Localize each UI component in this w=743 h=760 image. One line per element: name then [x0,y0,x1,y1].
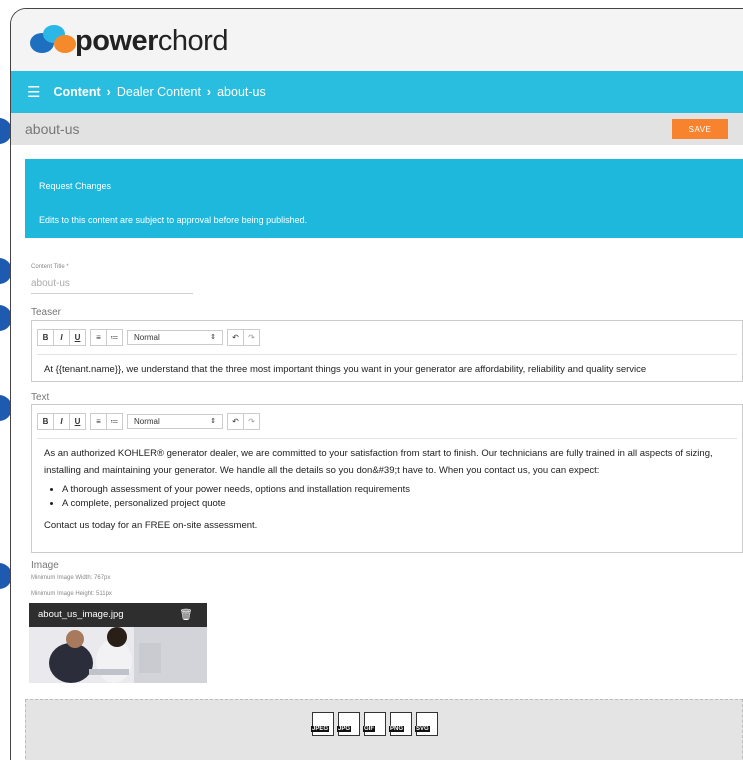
text-label: Text [31,392,50,403]
text-style-select[interactable]: Normal ⇕ [127,329,223,345]
image-filename: about_us_image.jpg [38,609,124,620]
content-title-label: Content Title * [31,264,69,270]
underline-button[interactable]: U [70,414,85,429]
jpeg-file-icon: JPEG [311,712,334,736]
breadcrumb-bar: ☰ Content › Dealer Content › about-us [11,71,743,113]
select-arrows-icon: ⇕ [210,333,216,341]
underline-button[interactable]: U [70,330,85,345]
jpg-file-icon: JPG [337,712,360,736]
list-item: A complete, personalized project quote [62,497,730,511]
teaser-label: Teaser [31,307,62,318]
svg-file-icon: SVG [415,712,438,736]
undo-icon[interactable]: ↶ [228,329,244,345]
hamburger-menu-icon[interactable]: ☰ [27,83,40,101]
bold-button[interactable]: B [38,329,54,345]
teaser-text[interactable]: At {{tenant.name}}, we understand that t… [32,355,742,384]
trash-icon[interactable]: 🗑 [179,608,193,621]
brand-logo-text: powerchord [75,25,228,57]
save-button[interactable]: SAVE [672,119,728,139]
text-body[interactable]: As an authorized KOHLER® generator deale… [32,439,742,540]
redo-icon[interactable]: ↷ [244,330,259,345]
chevron-right-icon: › [206,85,212,99]
bullet-list-icon[interactable]: ≡ [91,413,107,429]
png-file-icon: PNG [389,712,412,736]
italic-button[interactable]: I [54,329,70,345]
request-changes-notice: Request Changes Edits to this content ar… [25,159,743,238]
min-width-note: Minimum Image Width: 767px [31,575,111,581]
app-header: powerchord [11,9,743,71]
numbered-list-icon[interactable]: ≔ [107,414,122,429]
notice-body: Edits to this content are subject to app… [39,215,308,225]
bullet-list-icon[interactable]: ≡ [91,329,107,345]
redo-icon[interactable]: ↷ [244,414,259,429]
breadcrumb-content[interactable]: Content [53,85,100,99]
min-height-note: Minimum Image Height: 511px [31,591,112,597]
notice-heading: Request Changes [39,181,112,191]
app-window: powerchord ☰ Content › Dealer Content › … [10,8,743,760]
bold-button[interactable]: B [38,413,54,429]
text-toolbar: B I U ≡ ≔ Normal ⇕ ↶ ↷ [37,410,737,439]
image-label: Image [31,560,59,571]
undo-icon[interactable]: ↶ [228,413,244,429]
text-style-select[interactable]: Normal ⇕ [127,413,223,429]
image-preview[interactable]: about_us_image.jpg 🗑 [29,603,207,683]
image-caption-bar: about_us_image.jpg 🗑 [29,603,207,627]
content-title-input[interactable]: about-us [31,278,70,289]
numbered-list-icon[interactable]: ≔ [107,330,122,345]
select-arrows-icon: ⇕ [210,417,216,425]
list-item: A thorough assessment of your power need… [62,483,730,497]
breadcrumb-dealer-content[interactable]: Dealer Content [117,85,201,99]
content-title-underline [31,293,193,294]
teaser-editor[interactable]: B I U ≡ ≔ Normal ⇕ ↶ ↷ At {{tenant.name}}… [31,320,743,382]
teaser-toolbar: B I U ≡ ≔ Normal ⇕ ↶ ↷ [37,326,737,355]
text-editor[interactable]: B I U ≡ ≔ Normal ⇕ ↶ ↷ As an authorized K… [31,404,743,553]
file-type-icons: JPEG JPG GIF PNG SVG [311,712,438,736]
breadcrumb-current: about-us [217,85,266,99]
italic-button[interactable]: I [54,413,70,429]
page-title: about-us [25,121,80,137]
chevron-right-icon: › [106,85,111,99]
image-dropzone[interactable]: JPEG JPG GIF PNG SVG [25,699,743,760]
gif-file-icon: GIF [363,712,386,736]
powerchord-logo-icon [30,25,76,53]
page-title-bar: about-us SAVE [11,113,743,145]
